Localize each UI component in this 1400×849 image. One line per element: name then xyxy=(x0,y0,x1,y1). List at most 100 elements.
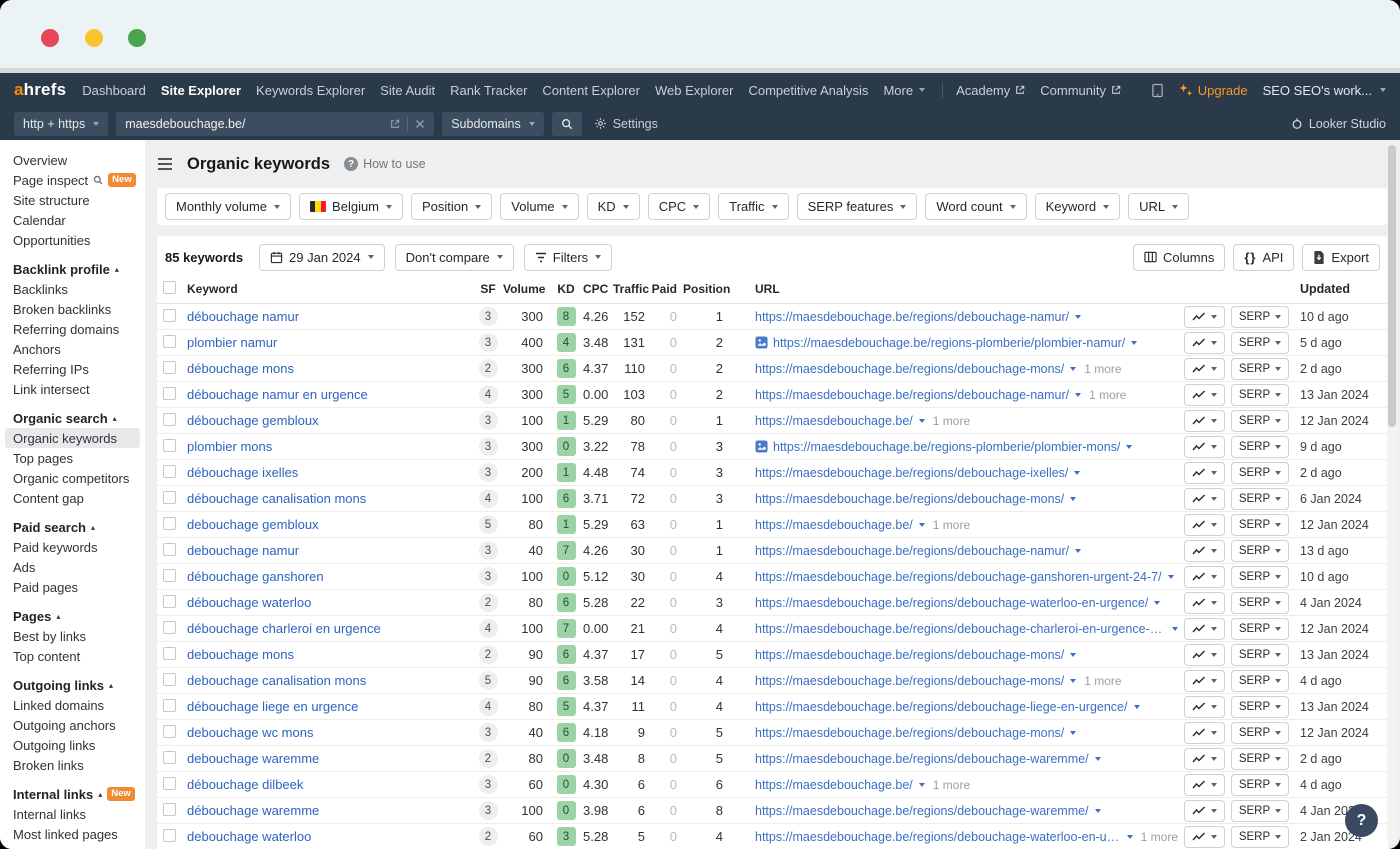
row-checkbox[interactable] xyxy=(163,595,176,608)
position-history-button[interactable] xyxy=(1184,332,1225,354)
clear-icon[interactable] xyxy=(415,119,425,129)
row-checkbox[interactable] xyxy=(163,673,176,686)
url-more-link[interactable]: 1 more xyxy=(1084,674,1121,688)
filter-kd[interactable]: KD xyxy=(587,193,640,220)
row-checkbox[interactable] xyxy=(163,699,176,712)
position-history-button[interactable] xyxy=(1184,384,1225,406)
row-checkbox[interactable] xyxy=(163,387,176,400)
col-cpc[interactable]: CPC xyxy=(583,282,613,296)
col-traffic[interactable]: Traffic xyxy=(613,282,651,296)
serp-button[interactable]: SERP xyxy=(1231,774,1289,796)
nav-item-academy[interactable]: Academy xyxy=(956,83,1025,98)
device-icon[interactable] xyxy=(1151,83,1164,98)
sidebar-item-organic-competitors[interactable]: Organic competitors xyxy=(5,468,140,488)
row-checkbox[interactable] xyxy=(163,335,176,348)
serp-button[interactable]: SERP xyxy=(1231,722,1289,744)
keyword-link[interactable]: débouchage dilbeek xyxy=(187,777,303,792)
serp-button[interactable]: SERP xyxy=(1231,696,1289,718)
keyword-link[interactable]: débouchage namur en urgence xyxy=(187,387,368,402)
sidebar-item-backlinks[interactable]: Backlinks xyxy=(5,279,140,299)
url-more-link[interactable]: 1 more xyxy=(933,414,970,428)
keyword-link[interactable]: débouchage charleroi en urgence xyxy=(187,621,381,636)
nav-item-web-explorer[interactable]: Web Explorer xyxy=(655,83,734,98)
search-button[interactable] xyxy=(552,112,582,136)
sidebar-section-pages[interactable]: Pages▴ xyxy=(5,606,140,626)
position-history-button[interactable] xyxy=(1184,670,1225,692)
url-link[interactable]: https://maesdebouchage.be/regions/debouc… xyxy=(755,388,1069,402)
col-kd[interactable]: KD xyxy=(549,282,583,296)
serp-button[interactable]: SERP xyxy=(1231,332,1289,354)
sidebar-item-paid-keywords[interactable]: Paid keywords xyxy=(5,537,140,557)
serp-button[interactable]: SERP xyxy=(1231,488,1289,510)
row-checkbox[interactable] xyxy=(163,647,176,660)
url-link[interactable]: https://maesdebouchage.be/regions/debouc… xyxy=(755,570,1162,584)
serp-button[interactable]: SERP xyxy=(1231,618,1289,640)
position-history-button[interactable] xyxy=(1184,592,1225,614)
position-history-button[interactable] xyxy=(1184,436,1225,458)
url-link[interactable]: https://maesdebouchage.be/regions/debouc… xyxy=(755,544,1069,558)
keyword-link[interactable]: debouchage waterloo xyxy=(187,829,311,844)
filter-position[interactable]: Position xyxy=(411,193,492,220)
vertical-scrollbar[interactable] xyxy=(1387,144,1397,845)
url-link[interactable]: https://maesdebouchage.be/regions/debouc… xyxy=(755,804,1089,818)
sidebar-item-content-gap[interactable]: Content gap xyxy=(5,488,140,508)
sidebar-item-referring-domains[interactable]: Referring domains xyxy=(5,319,140,339)
sidebar-item-most-linked-pages[interactable]: Most linked pages xyxy=(5,824,140,844)
how-to-use-link[interactable]: ?How to use xyxy=(344,157,426,171)
keyword-link[interactable]: debouchage namur xyxy=(187,543,299,558)
serp-button[interactable]: SERP xyxy=(1231,540,1289,562)
sidebar-item-anchors[interactable]: Anchors xyxy=(5,339,140,359)
serp-button[interactable]: SERP xyxy=(1231,748,1289,770)
scrollbar-thumb[interactable] xyxy=(1388,145,1396,427)
url-link[interactable]: https://maesdebouchage.be/regions-plombe… xyxy=(773,336,1125,350)
menu-icon[interactable] xyxy=(157,157,173,171)
filter-monthly-volume[interactable]: Monthly volume xyxy=(165,193,291,220)
compare-select[interactable]: Don't compare xyxy=(395,244,514,271)
keyword-link[interactable]: debouchage mons xyxy=(187,647,294,662)
url-more-link[interactable]: 1 more xyxy=(1141,830,1178,844)
url-link[interactable]: https://maesdebouchage.be/regions/debouc… xyxy=(755,466,1068,480)
sidebar-item-internal-anchors[interactable]: Internal anchors xyxy=(5,844,140,849)
serp-button[interactable]: SERP xyxy=(1231,384,1289,406)
looker-studio-button[interactable]: Looker Studio xyxy=(1291,117,1386,131)
position-history-button[interactable] xyxy=(1184,462,1225,484)
position-history-button[interactable] xyxy=(1184,410,1225,432)
keyword-link[interactable]: débouchage ganshoren xyxy=(187,569,324,584)
row-checkbox[interactable] xyxy=(163,361,176,374)
row-checkbox[interactable] xyxy=(163,309,176,322)
sidebar-item-ads[interactable]: Ads xyxy=(5,557,140,577)
url-more-link[interactable]: 1 more xyxy=(1084,362,1121,376)
row-checkbox[interactable] xyxy=(163,413,176,426)
sidebar-item-referring-ips[interactable]: Referring IPs xyxy=(5,359,140,379)
sidebar-item-page-inspect[interactable]: Page inspectNew xyxy=(5,170,140,190)
sidebar-item-broken-backlinks[interactable]: Broken backlinks xyxy=(5,299,140,319)
serp-button[interactable]: SERP xyxy=(1231,436,1289,458)
url-more-link[interactable]: 1 more xyxy=(1089,388,1126,402)
sidebar-item-overview[interactable]: Overview xyxy=(5,150,140,170)
row-checkbox[interactable] xyxy=(163,517,176,530)
filter-volume[interactable]: Volume xyxy=(500,193,578,220)
row-checkbox[interactable] xyxy=(163,439,176,452)
serp-button[interactable]: SERP xyxy=(1231,592,1289,614)
keyword-link[interactable]: débouchage waremme xyxy=(187,803,319,818)
target-url-field[interactable] xyxy=(116,112,434,136)
sidebar-item-link-intersect[interactable]: Link intersect xyxy=(5,379,140,399)
col-keyword[interactable]: Keyword xyxy=(187,282,473,296)
filters-button[interactable]: Filters xyxy=(524,244,612,271)
api-button[interactable]: {}API xyxy=(1233,244,1294,271)
position-history-button[interactable] xyxy=(1184,618,1225,640)
sidebar-item-broken-links[interactable]: Broken links xyxy=(5,755,140,775)
sidebar-section-organic-search[interactable]: Organic search▴ xyxy=(5,408,140,428)
serp-button[interactable]: SERP xyxy=(1231,826,1289,848)
position-history-button[interactable] xyxy=(1184,306,1225,328)
url-link[interactable]: https://maesdebouchage.be/regions/debouc… xyxy=(755,830,1121,844)
serp-button[interactable]: SERP xyxy=(1231,800,1289,822)
url-link[interactable]: https://maesdebouchage.be/regions/debouc… xyxy=(755,596,1148,610)
filter-word-count[interactable]: Word count xyxy=(925,193,1026,220)
account-menu[interactable]: SEO SEO's work... xyxy=(1263,83,1386,98)
url-link[interactable]: https://maesdebouchage.be/ xyxy=(755,518,913,532)
sidebar-item-top-pages[interactable]: Top pages xyxy=(5,448,140,468)
protocol-select[interactable]: http + https xyxy=(14,112,108,136)
url-link[interactable]: https://maesdebouchage.be/regions/debouc… xyxy=(755,310,1069,324)
url-link[interactable]: https://maesdebouchage.be/ xyxy=(755,414,913,428)
